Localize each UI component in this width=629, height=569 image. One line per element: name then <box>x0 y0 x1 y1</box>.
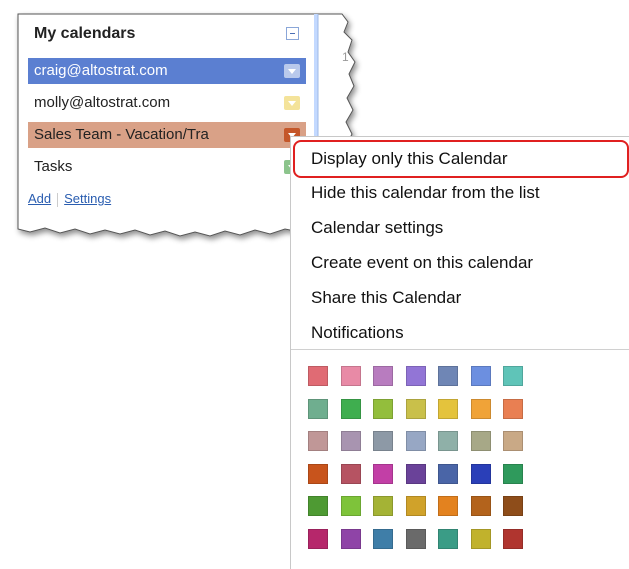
color-swatch[interactable] <box>471 496 491 516</box>
color-swatch[interactable] <box>438 496 458 516</box>
color-swatch[interactable] <box>438 464 458 484</box>
calendar-label: Tasks <box>34 158 73 175</box>
link-divider <box>57 192 59 207</box>
color-swatch[interactable] <box>438 399 458 419</box>
calendar-item-tasks[interactable]: Tasks <box>28 154 306 180</box>
color-swatch[interactable] <box>373 399 393 419</box>
color-swatch[interactable] <box>406 464 426 484</box>
menu-item-share-calendar[interactable]: Share this Calendar <box>311 288 461 308</box>
color-swatch[interactable] <box>471 366 491 386</box>
color-swatch[interactable] <box>308 431 328 451</box>
color-swatch[interactable] <box>341 366 361 386</box>
calendar-links: Add Settings <box>28 191 111 207</box>
color-swatch[interactable] <box>341 529 361 549</box>
color-swatch[interactable] <box>373 366 393 386</box>
calendar-color-dropdown-icon[interactable] <box>284 96 300 110</box>
color-swatch[interactable] <box>341 496 361 516</box>
menu-item-notifications[interactable]: Notifications <box>311 323 404 343</box>
calendar-label: craig@altostrat.com <box>34 62 168 79</box>
color-swatch[interactable] <box>308 529 328 549</box>
color-swatch[interactable] <box>438 431 458 451</box>
color-swatch[interactable] <box>308 366 328 386</box>
color-swatch[interactable] <box>373 529 393 549</box>
menu-item-hide-calendar[interactable]: Hide this calendar from the list <box>311 183 540 203</box>
color-swatch[interactable] <box>471 399 491 419</box>
calendar-item-craig[interactable]: craig@altostrat.com <box>28 58 306 84</box>
calendar-color-dropdown-icon[interactable] <box>284 64 300 78</box>
color-swatch[interactable] <box>503 399 523 419</box>
color-swatch[interactable] <box>406 529 426 549</box>
calendar-settings-link[interactable]: Settings <box>64 191 111 206</box>
color-swatch[interactable] <box>438 366 458 386</box>
color-swatch[interactable] <box>373 496 393 516</box>
color-swatch[interactable] <box>341 399 361 419</box>
menu-item-calendar-settings[interactable]: Calendar settings <box>311 218 443 238</box>
menu-divider <box>291 349 629 350</box>
color-swatch[interactable] <box>503 529 523 549</box>
color-swatch[interactable] <box>406 399 426 419</box>
calendar-label: Sales Team - Vacation/Tra <box>34 126 209 143</box>
color-swatch[interactable] <box>341 464 361 484</box>
calendar-item-sales-team[interactable]: Sales Team - Vacation/Tra <box>28 122 306 148</box>
color-swatch[interactable] <box>373 431 393 451</box>
color-swatch[interactable] <box>406 431 426 451</box>
color-swatch[interactable] <box>471 464 491 484</box>
calendar-item-molly[interactable]: molly@altostrat.com <box>28 90 306 116</box>
color-swatch[interactable] <box>438 529 458 549</box>
calendar-options-menu: Display only this Calendar Hide this cal… <box>290 136 629 569</box>
color-swatch[interactable] <box>503 464 523 484</box>
highlight-outline <box>293 140 629 178</box>
color-swatch[interactable] <box>308 464 328 484</box>
color-swatch[interactable] <box>471 431 491 451</box>
add-calendar-link[interactable]: Add <box>28 191 51 206</box>
color-swatch[interactable] <box>503 496 523 516</box>
calendar-grid-edge-digit: 1 <box>342 50 349 64</box>
color-swatch[interactable] <box>341 431 361 451</box>
color-swatch[interactable] <box>308 496 328 516</box>
color-swatch[interactable] <box>503 366 523 386</box>
collapse-icon[interactable] <box>286 27 299 40</box>
calendar-label: molly@altostrat.com <box>34 94 171 111</box>
color-swatch[interactable] <box>503 431 523 451</box>
color-swatch[interactable] <box>308 399 328 419</box>
my-calendars-heading: My calendars <box>34 25 136 42</box>
color-swatch[interactable] <box>373 464 393 484</box>
color-swatch[interactable] <box>406 496 426 516</box>
menu-item-create-event[interactable]: Create event on this calendar <box>311 253 533 273</box>
color-swatch[interactable] <box>406 366 426 386</box>
color-swatch[interactable] <box>471 529 491 549</box>
